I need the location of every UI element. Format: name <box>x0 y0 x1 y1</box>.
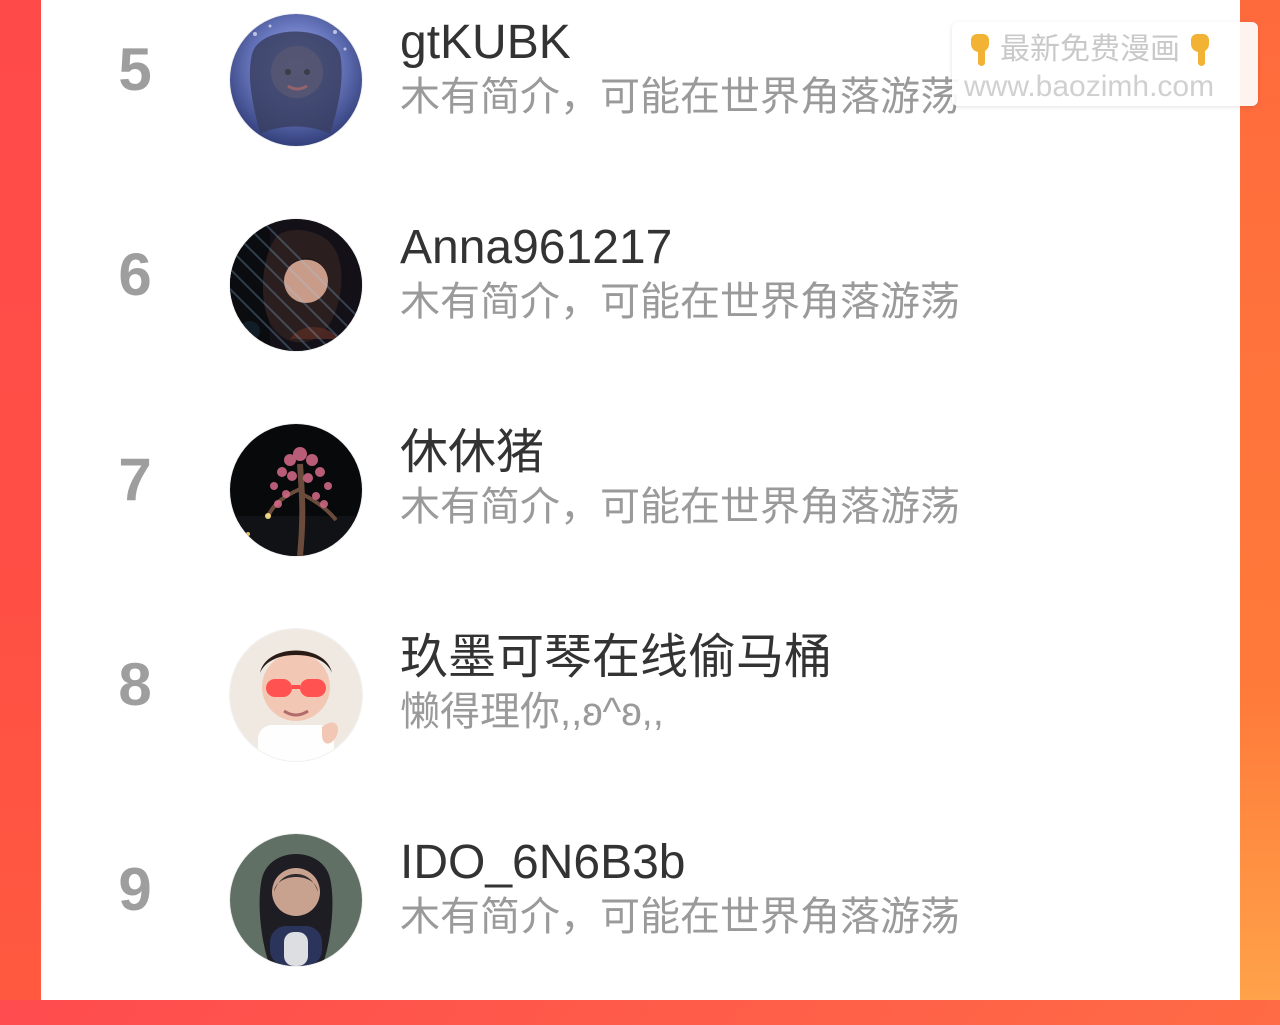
avatar-image <box>230 14 362 146</box>
rank-number: 6 <box>118 241 152 308</box>
user-bio: 木有简介，可能在世界角落游荡 <box>400 485 960 529</box>
watermark-top: 最新免费漫画 <box>966 30 1246 70</box>
pointing-hand-icon <box>966 34 994 66</box>
rank-number: 8 <box>118 651 152 718</box>
username[interactable]: 休休猪 <box>400 426 544 480</box>
avatar-image <box>230 424 362 556</box>
avatar[interactable] <box>230 219 362 351</box>
right-border <box>1240 0 1280 1000</box>
avatar[interactable] <box>230 14 362 146</box>
watermark-url-text: www.baozimh.com <box>964 70 1215 103</box>
username[interactable]: 玖墨可琴在线偷马桶 <box>400 631 832 685</box>
rank-number: 5 <box>118 36 152 103</box>
list-item[interactable]: 7 休休猪 木有简介，可能在世界角落游荡 <box>41 410 1240 615</box>
rank-number: 7 <box>118 446 152 513</box>
rank-number: 9 <box>118 856 152 923</box>
left-border <box>0 0 41 1000</box>
username[interactable]: gtKUBK <box>400 16 571 70</box>
username[interactable]: Anna961217 <box>400 221 672 275</box>
user-bio: 懒得理你,,ʚ^ʚ,, <box>400 690 664 734</box>
avatar[interactable] <box>230 424 362 556</box>
user-bio: 木有简介，可能在世界角落游荡 <box>400 280 960 324</box>
list-item[interactable]: 6 Anna961217 木有简介，可能在世界角落游荡 <box>41 205 1240 410</box>
list-item[interactable]: 9 IDO_6N6B3b 木有简介，可能在世界角落游荡 <box>41 820 1240 1025</box>
user-bio: 木有简介，可能在世界角落游荡 <box>400 75 960 119</box>
username[interactable]: IDO_6N6B3b <box>400 836 686 890</box>
avatar-image <box>230 834 362 966</box>
list-item[interactable]: 8 玖墨可琴在线偷马桶 懒得理你,,ʚ^ʚ,, <box>41 615 1240 820</box>
avatar[interactable] <box>230 834 362 966</box>
watermark-top-text: 最新免费漫画 <box>1000 33 1180 66</box>
pointing-hand-icon <box>1186 34 1214 66</box>
avatar[interactable] <box>230 629 362 761</box>
user-bio: 木有简介，可能在世界角落游荡 <box>400 895 960 939</box>
avatar-image <box>230 629 362 761</box>
watermark-banner: 最新免费漫画 www.baozimh.com <box>952 22 1258 106</box>
avatar-image <box>230 219 362 351</box>
